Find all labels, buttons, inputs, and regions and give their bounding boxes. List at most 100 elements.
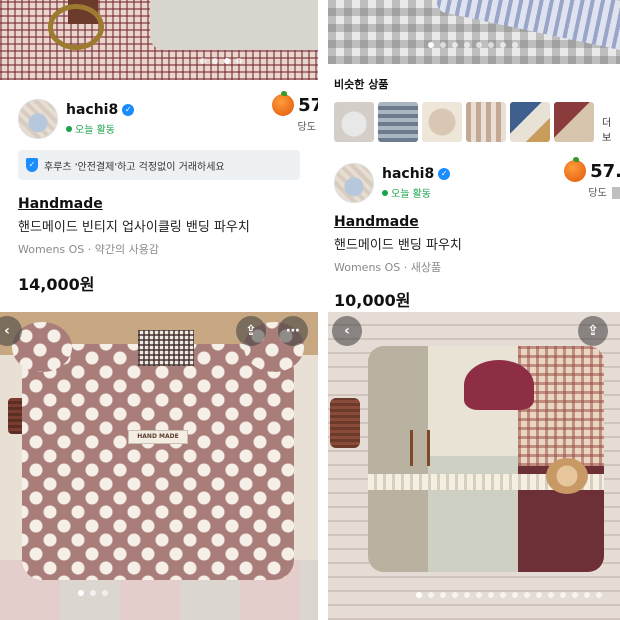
seller-info: hachi8 ✓ 오늘 활동 (382, 166, 534, 200)
rating-badge-box (612, 187, 620, 199)
product-title: 핸드메이드 밴딩 파우치 (334, 238, 462, 253)
listing-card: 비슷한 상품 더보 hachi8 ✓ 오늘 활동 57. 당도 Handmade… (328, 64, 620, 312)
carousel-dot (524, 592, 530, 598)
carousel-dot (224, 58, 230, 64)
listing-card: hachi8 ✓ 오늘 활동 57. 당도 B ✓ 후루츠 '안전결제'하고 걱… (0, 80, 318, 312)
safe-payment-banner[interactable]: ✓ 후루츠 '안전결제'하고 걱정없이 거래하세요 (18, 150, 300, 180)
product-photo-right[interactable]: ‹ ⇪ (328, 312, 620, 620)
carousel-dot (452, 592, 458, 598)
product-photo-strip (0, 0, 318, 80)
similar-thumb[interactable] (378, 102, 418, 142)
shield-check-icon: ✓ (26, 158, 38, 172)
photo-background (328, 312, 620, 620)
carousel-dot (212, 58, 218, 64)
carousel-dot (236, 58, 242, 64)
avatar[interactable] (18, 99, 58, 139)
carousel-dot (500, 592, 506, 598)
brand-link[interactable]: Handmade (334, 214, 614, 230)
listing-details: Handmade 핸드메이드 빈티지 업사이클링 밴딩 파우치 Womens O… (18, 196, 308, 295)
seller-name-row: hachi8 ✓ (66, 102, 228, 118)
carousel-dot (416, 592, 422, 598)
carousel-dot (488, 42, 494, 48)
carousel-dot (428, 592, 434, 598)
activity-status: 오늘 활동 (382, 185, 534, 200)
heart-patch (464, 360, 534, 410)
orange-fruit-icon (564, 157, 587, 182)
similar-thumb[interactable] (554, 102, 594, 142)
photo-background: HAND MADE (0, 312, 318, 620)
seller-rating[interactable]: 57. 당도 B (260, 91, 318, 133)
photo-ring (48, 4, 104, 50)
avatar[interactable] (334, 163, 374, 203)
carousel-dot (488, 592, 494, 598)
seller-row[interactable]: hachi8 ✓ 오늘 활동 (334, 158, 534, 208)
carousel-dot (476, 42, 482, 48)
similar-thumb[interactable] (466, 102, 506, 142)
carousel-dot (596, 592, 602, 598)
rating-label-row: 당도 (552, 184, 620, 199)
rating-label: 당도 (297, 122, 316, 133)
rating-row: 57. (260, 91, 318, 116)
patchwork-pouch (368, 346, 604, 572)
carousel-dot (428, 42, 434, 48)
photo-fabric (150, 0, 318, 50)
product-price: 10,000원 (334, 291, 411, 310)
listing-panel-left: hachi8 ✓ 오늘 활동 57. 당도 B ✓ 후루츠 '안전결제'하고 걱… (0, 0, 318, 312)
carousel-dot (572, 592, 578, 598)
carousel-dots (200, 58, 242, 64)
carousel-dot (440, 592, 446, 598)
carousel-dot (102, 590, 108, 596)
similar-thumb[interactable] (422, 102, 462, 142)
seller-name[interactable]: hachi8 (382, 166, 434, 182)
carousel-dot (560, 592, 566, 598)
rating-label-row: 당도 B (260, 118, 318, 133)
carousel-dot (78, 590, 84, 596)
more-icon[interactable]: ⋯ (278, 316, 308, 346)
gingham-patch (138, 330, 194, 366)
seller-rating[interactable]: 57. 당도 (552, 157, 620, 199)
share-icon[interactable]: ⇪ (236, 316, 266, 346)
seller-name[interactable]: hachi8 (66, 102, 118, 118)
listing-panel-right: 비슷한 상품 더보 hachi8 ✓ 오늘 활동 57. 당도 Handmade… (328, 0, 620, 312)
carousel-dot (200, 58, 206, 64)
similar-more-link[interactable]: 더보 (602, 114, 620, 144)
rating-label: 당도 (588, 188, 607, 199)
seller-row[interactable]: hachi8 ✓ 오늘 활동 (18, 94, 228, 144)
similar-products: 비슷한 상품 (334, 76, 594, 142)
carousel-dot (584, 592, 590, 598)
activity-status: 오늘 활동 (66, 121, 228, 136)
carousel-dot (464, 592, 470, 598)
product-meta: Womens OS · 새상품 (334, 261, 442, 274)
carousel-dots (416, 592, 602, 598)
similar-thumbs (334, 102, 594, 142)
deer-print (410, 430, 430, 466)
active-dot-icon (382, 189, 388, 196)
orange-fruit-icon (272, 91, 295, 116)
polka-dot-pouch (12, 322, 304, 580)
product-title: 핸드메이드 빈티지 업사이클링 밴딩 파우치 (18, 220, 250, 235)
similar-thumb[interactable] (510, 102, 550, 142)
safe-payment-text: 후루츠 '안전결제'하고 걱정없이 거래하세요 (44, 161, 225, 173)
carousel-dots (78, 590, 108, 596)
product-photo-left[interactable]: HAND MADE ‹ ⇪ ⋯ (0, 312, 318, 620)
rating-score: 57. (590, 160, 620, 182)
strap-charm (330, 398, 360, 448)
carousel-dot (500, 42, 506, 48)
brand-link[interactable]: Handmade (18, 196, 308, 212)
carousel-dot (464, 42, 470, 48)
product-photo-strip (328, 0, 620, 64)
carousel-dots (428, 42, 518, 48)
seller-status: 오늘 활동 (75, 125, 115, 136)
share-icon[interactable]: ⇪ (578, 316, 608, 346)
carousel-dot (476, 592, 482, 598)
rating-score: 57. (298, 94, 318, 116)
chevron-left-icon[interactable]: ‹ (332, 316, 362, 346)
seller-status: 오늘 활동 (391, 189, 431, 200)
product-meta: Womens OS · 약간의 사용감 (18, 243, 159, 256)
carousel-dot (548, 592, 554, 598)
verified-check-icon: ✓ (438, 168, 451, 180)
similar-thumb[interactable] (334, 102, 374, 142)
carousel-dot (440, 42, 446, 48)
verified-check-icon: ✓ (122, 104, 135, 116)
similar-products-title: 비슷한 상품 (334, 78, 389, 91)
